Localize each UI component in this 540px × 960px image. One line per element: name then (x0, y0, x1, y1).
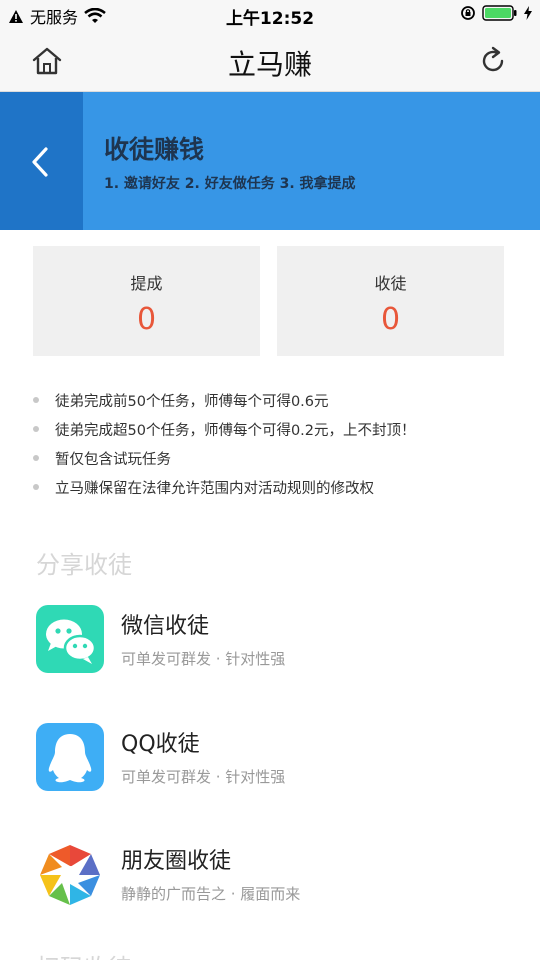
rule-item: 徒弟完成前50个任务，师傅每个可得0.6元 (33, 390, 416, 419)
share-desc: 可单发可群发 · 针对性强 (121, 768, 286, 786)
bullet (33, 397, 39, 403)
battery-icon (482, 5, 517, 21)
share-moments[interactable]: 朋友圈收徒 静静的广而告之 · 履面而来 (0, 840, 540, 920)
chevron-left-icon (32, 147, 48, 177)
apprentice-stat: 收徒 0 (277, 246, 504, 356)
rule-text: 立马赚保留在法律允许范围内对活动规则的修改权 (55, 481, 374, 497)
banner-steps: 1. 邀请好友 2. 好友做任务 3. 我拿提成 (104, 176, 356, 192)
rule-text: 徒弟完成超50个任务，师傅每个可得0.2元，上不封顶！ (55, 423, 416, 439)
back-button[interactable] (0, 92, 83, 230)
refresh-icon[interactable] (478, 46, 508, 76)
charging-icon (524, 6, 532, 20)
scan-section-title: 扫码收徒 (36, 948, 132, 960)
rule-item: 暂仅包含试玩任务 (33, 448, 416, 477)
status-time: 上午12:52 (225, 9, 315, 29)
banner-title: 收徒赚钱 (104, 135, 205, 164)
banner: 收徒赚钱 1. 邀请好友 2. 好友做任务 3. 我拿提成 (0, 92, 540, 230)
rule-text: 暂仅包含试玩任务 (55, 452, 171, 468)
stat-value: 0 (136, 302, 157, 337)
status-bar: 无服务 上午12:52 (0, 0, 540, 30)
stat-label: 提成 (130, 274, 163, 293)
stat-value: 0 (380, 302, 401, 337)
status-right (460, 5, 532, 21)
commission-stat: 提成 0 (33, 246, 260, 356)
nav-bar: 立马赚 (0, 30, 540, 92)
share-name: QQ收徒 (121, 732, 200, 757)
page-title: 立马赚 (227, 48, 312, 81)
rule-item: 立马赚保留在法律允许范围内对活动规则的修改权 (33, 477, 416, 506)
share-desc: 静静的广而告之 · 履面而来 (121, 885, 301, 903)
share-name: 朋友圈收徒 (121, 849, 232, 874)
share-desc: 可单发可群发 · 针对性强 (121, 650, 286, 668)
share-wechat[interactable]: 微信收徒 可单发可群发 · 针对性强 (0, 605, 540, 685)
stat-label: 收徒 (374, 274, 407, 293)
rule-text: 徒弟完成前50个任务，师傅每个可得0.6元 (55, 394, 329, 410)
moments-icon (36, 840, 104, 908)
bullet (33, 484, 39, 490)
share-qq[interactable]: QQ收徒 可单发可群发 · 针对性强 (0, 723, 540, 803)
bullet (33, 455, 39, 461)
qq-icon (36, 723, 104, 791)
share-section-title: 分享收徒 (36, 551, 132, 579)
share-name: 微信收徒 (121, 614, 210, 639)
rule-item: 徒弟完成超50个任务，师傅每个可得0.2元，上不封顶！ (33, 419, 416, 448)
rules-list: 徒弟完成前50个任务，师傅每个可得0.6元 徒弟完成超50个任务，师傅每个可得0… (33, 390, 416, 506)
wechat-icon (36, 605, 104, 673)
bullet (33, 426, 39, 432)
orientation-lock-icon (461, 6, 475, 20)
